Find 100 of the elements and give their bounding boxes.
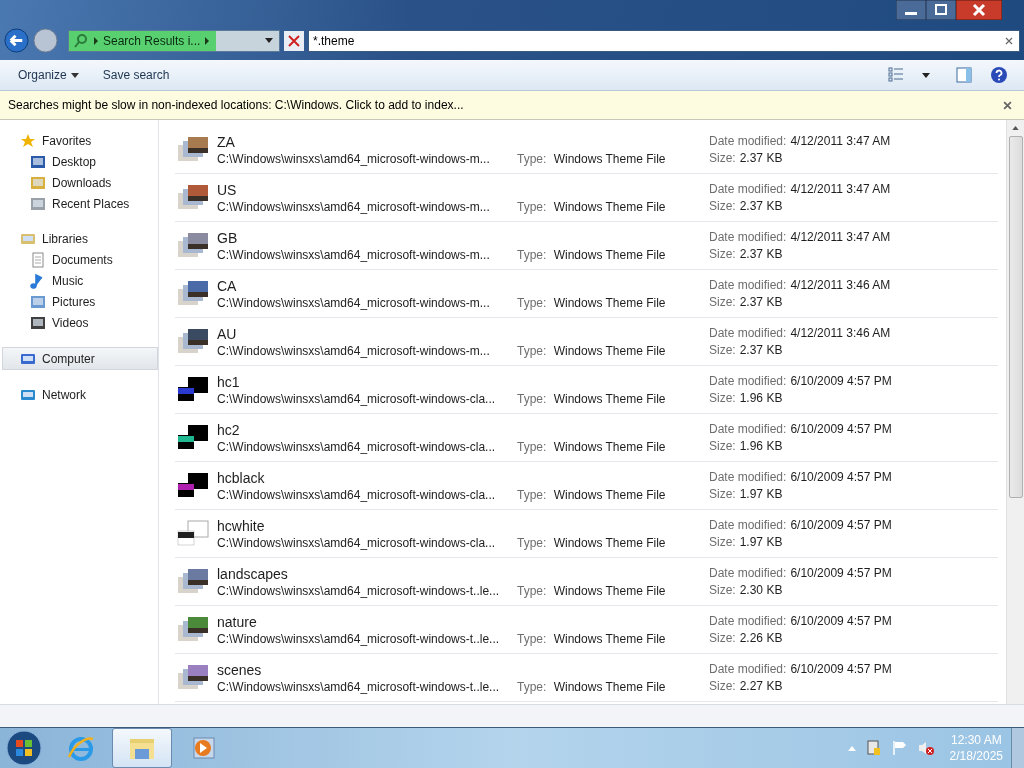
start-button[interactable] xyxy=(6,730,42,766)
file-name[interactable]: landscapes xyxy=(217,565,517,582)
file-name[interactable]: CA xyxy=(217,277,517,294)
result-row[interactable]: AU C:\Windows\winsxs\amd64_microsoft-windows-m... Type: Windows Theme File Date modified: 4/12/2011 3:46 AM Size: 2.37 KB xyxy=(175,318,998,366)
date-modified: 6/10/2009 4:57 PM xyxy=(790,662,892,676)
file-size: 2.30 KB xyxy=(739,583,783,597)
minimize-button[interactable] xyxy=(896,0,926,20)
result-row[interactable]: CA C:\Windows\winsxs\amd64_microsoft-windows-m... Type: Windows Theme File Date modified: 4/12/2011 3:46 AM Size: 2.37 KB xyxy=(175,270,998,318)
sidebar-item[interactable]: Documents xyxy=(0,249,158,270)
result-row[interactable]: scenes C:\Windows\winsxs\amd64_microsoft-windows-t..le... Type: Windows Theme File Date modified: 6/10/2009 4:57 PM Size: 2.27 KB xyxy=(175,654,998,702)
result-row[interactable]: hcwhite C:\Windows\winsxs\amd64_microsoft-windows-cla... Type: Windows Theme File Date modified: 6/10/2009 4:57 PM Size: 1.97 KB xyxy=(175,510,998,558)
file-name[interactable]: nature xyxy=(217,613,517,630)
file-name[interactable]: AU xyxy=(217,325,517,342)
dropdown-icon[interactable] xyxy=(922,72,930,78)
sidebar-item[interactable]: Videos xyxy=(0,312,158,333)
sidebar-item[interactable]: Pictures xyxy=(0,291,158,312)
view-icon[interactable] xyxy=(888,67,904,83)
scroll-up-icon[interactable] xyxy=(1012,126,1019,130)
sidebar-item[interactable]: Recent Places xyxy=(0,193,158,214)
taskbar-button[interactable] xyxy=(112,728,172,768)
size-label: Size: xyxy=(709,487,736,501)
date-modified: 6/10/2009 4:57 PM xyxy=(790,470,892,484)
sidebar-item[interactable]: Libraries xyxy=(0,228,158,249)
file-size: 1.96 KB xyxy=(739,391,783,405)
date-modified: 6/10/2009 4:57 PM xyxy=(790,374,892,388)
date-label: Date modified: xyxy=(709,326,787,340)
sidebar-item[interactable]: Favorites xyxy=(0,130,158,151)
info-bar[interactable]: Searches might be slow in non-indexed locations: C:\Windows. Click to add to index... xyxy=(0,91,1024,120)
sidebar-item[interactable]: Desktop xyxy=(0,151,158,172)
organize-button[interactable]: Organize xyxy=(10,64,87,86)
date-label: Date modified: xyxy=(709,374,787,388)
date-label: Date modified: xyxy=(709,182,787,196)
file-path: C:\Windows\winsxs\amd64_microsoft-windows-cla... xyxy=(217,535,497,550)
file-type: Windows Theme File xyxy=(553,296,666,310)
file-path: C:\Windows\winsxs\amd64_microsoft-windows-m... xyxy=(217,295,491,310)
file-path: C:\Windows\winsxs\amd64_microsoft-windows-cla... xyxy=(217,391,497,406)
type-label: Type: xyxy=(517,632,547,646)
result-row[interactable]: ZA C:\Windows\winsxs\amd64_microsoft-windows-m... Type: Windows Theme File Date modified: 4/12/2011 3:47 AM Size: 2.37 KB xyxy=(175,126,998,174)
search-field[interactable]: *.theme xyxy=(308,29,1020,52)
file-path: C:\Windows\winsxs\amd64_microsoft-windows-t..le... xyxy=(217,631,501,646)
type-label: Type: xyxy=(517,200,547,214)
date-label: Date modified: xyxy=(709,614,787,628)
file-type: Windows Theme File xyxy=(553,248,666,262)
breadcrumb[interactable]: Search Results i... xyxy=(103,33,201,48)
result-row[interactable]: hcblack C:\Windows\winsxs\amd64_microsoft-windows-cla... Type: Windows Theme File Date modified: 6/10/2009 4:57 PM Size: 1.97 KB xyxy=(175,462,998,510)
close-icon[interactable] xyxy=(1003,100,1012,110)
result-row[interactable]: nature C:\Windows\winsxs\amd64_microsoft-windows-t..le... Type: Windows Theme File Date modified: 6/10/2009 4:57 PM Size: 2.26 KB xyxy=(175,606,998,654)
file-name[interactable]: hcwhite xyxy=(217,517,517,534)
help-icon[interactable] xyxy=(990,66,1008,84)
file-name[interactable]: scenes xyxy=(217,661,517,678)
caret-icon xyxy=(70,72,79,78)
speaker-muted-icon[interactable] xyxy=(917,740,934,756)
stop-icon[interactable] xyxy=(284,30,304,51)
maximize-button[interactable] xyxy=(926,0,956,20)
file-name[interactable]: hcblack xyxy=(217,469,517,486)
result-row[interactable]: GB C:\Windows\winsxs\amd64_microsoft-windows-m... Type: Windows Theme File Date modified: 4/12/2011 3:47 AM Size: 2.37 KB xyxy=(175,222,998,270)
scrollbar-thumb[interactable] xyxy=(1008,136,1023,498)
date-modified: 4/12/2011 3:47 AM xyxy=(790,230,891,244)
chevron-icon xyxy=(93,36,99,45)
back-button[interactable] xyxy=(4,28,29,53)
file-name[interactable]: ZA xyxy=(217,133,517,150)
search-icon xyxy=(73,32,89,49)
file-name[interactable]: hc2 xyxy=(217,421,517,438)
result-row[interactable]: hc1 C:\Windows\winsxs\amd64_microsoft-windows-cla... Type: Windows Theme File Date modified: 6/10/2009 4:57 PM Size: 1.96 KB xyxy=(175,366,998,414)
size-label: Size: xyxy=(709,199,736,213)
scrollbar[interactable] xyxy=(1006,120,1024,704)
date-label: Date modified: xyxy=(709,470,787,484)
file-path: C:\Windows\winsxs\amd64_microsoft-windows-m... xyxy=(217,343,491,358)
size-label: Size: xyxy=(709,535,736,549)
date-label: Date modified: xyxy=(709,278,787,292)
file-type: Windows Theme File xyxy=(553,392,666,406)
file-name[interactable]: US xyxy=(217,181,517,198)
sidebar-item[interactable]: Downloads xyxy=(0,172,158,193)
result-row[interactable]: landscapes C:\Windows\winsxs\amd64_microsoft-windows-t..le... Type: Windows Theme File Date modified: 6/10/2009 4:57 PM Size: 2.30 KB xyxy=(175,558,998,606)
sidebar-item[interactable]: Music xyxy=(0,270,158,291)
size-label: Size: xyxy=(709,679,736,693)
dropdown-icon[interactable] xyxy=(265,38,273,43)
file-name[interactable]: hc1 xyxy=(217,373,517,390)
sidebar-item[interactable]: Network xyxy=(0,384,158,405)
file-type: Windows Theme File xyxy=(553,440,666,454)
result-row[interactable]: hc2 C:\Windows\winsxs\amd64_microsoft-windows-cla... Type: Windows Theme File Date modified: 6/10/2009 4:57 PM Size: 1.96 KB xyxy=(175,414,998,462)
action-center-icon[interactable] xyxy=(865,740,882,756)
size-label: Size: xyxy=(709,439,736,453)
sidebar-item[interactable]: Computer xyxy=(2,347,158,370)
clear-icon[interactable] xyxy=(1005,36,1013,45)
save-search-button[interactable]: Save search xyxy=(94,64,178,86)
file-size: 2.26 KB xyxy=(739,631,783,645)
date-modified: 4/12/2011 3:46 AM xyxy=(790,278,891,292)
date-modified: 4/12/2011 3:47 AM xyxy=(790,134,891,148)
info-message: Searches might be slow in non-indexed locations: C:\Windows. Click to add to index... xyxy=(8,98,464,112)
size-label: Size: xyxy=(709,583,736,597)
close-button[interactable] xyxy=(956,0,1002,20)
file-size: 2.27 KB xyxy=(739,679,783,693)
file-name[interactable]: GB xyxy=(217,229,517,246)
file-type: Windows Theme File xyxy=(553,584,666,598)
file-type: Windows Theme File xyxy=(553,152,666,166)
file-size: 2.37 KB xyxy=(739,295,783,309)
address-bar[interactable]: Search Results i... xyxy=(68,29,280,52)
file-type: Windows Theme File xyxy=(553,632,666,646)
result-row[interactable]: US C:\Windows\winsxs\amd64_microsoft-windows-m... Type: Windows Theme File Date modified: 4/12/2011 3:47 AM Size: 2.37 KB xyxy=(175,174,998,222)
